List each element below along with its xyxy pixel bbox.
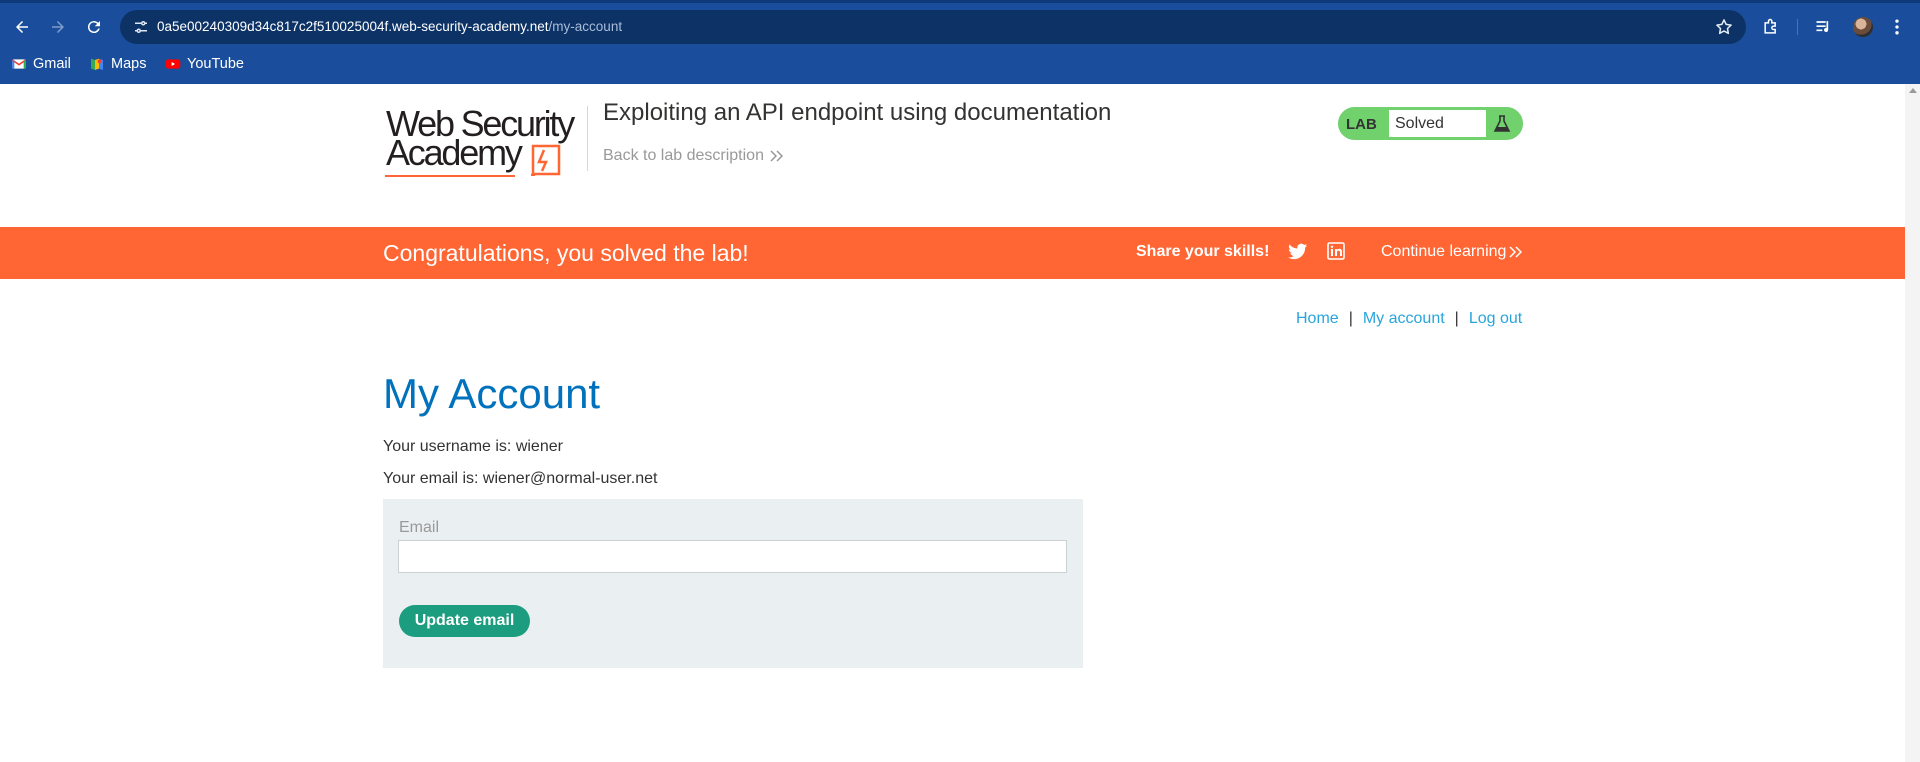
email-field-label: Email [399, 519, 440, 536]
share-skills-label: Share your skills! [1136, 243, 1270, 260]
maps-icon [89, 56, 105, 72]
scroll-up-arrow-icon[interactable] [1909, 88, 1917, 93]
reload-button[interactable] [80, 13, 108, 41]
linkedin-icon[interactable] [1327, 242, 1345, 260]
page-title: My Account [383, 370, 601, 417]
browser-menu-button[interactable] [1885, 15, 1909, 39]
puzzle-icon [1764, 18, 1776, 34]
double-chevron-right-icon [770, 150, 784, 162]
arrow-left-icon [16, 21, 28, 33]
toolbar-separator [1797, 19, 1798, 35]
youtube-icon [165, 56, 181, 72]
page-scrollbar[interactable] [1905, 84, 1920, 762]
arrow-right-icon [52, 21, 64, 33]
url-text[interactable]: 0a5e00240309d34c817c2f510025004f.web-sec… [157, 19, 622, 34]
logo-text-line2: Academy [386, 132, 523, 173]
site-settings-icon[interactable] [132, 18, 150, 36]
lab-status-box: Solved [1388, 110, 1486, 137]
lab-title: Exploiting an API endpoint using documen… [603, 99, 1112, 126]
logo-underline [385, 175, 515, 177]
double-chevron-right-icon [1509, 246, 1523, 258]
update-email-button[interactable]: Update email [399, 605, 530, 637]
back-to-lab-description-link[interactable]: Back to lab description [603, 147, 784, 165]
account-nav: Home | My account | Log out [1296, 310, 1522, 328]
extensions-button[interactable] [1759, 15, 1783, 39]
back-button[interactable] [8, 13, 36, 41]
home-link[interactable]: Home [1296, 310, 1339, 327]
browser-chrome: 0a5e00240309d34c817c2f510025004f.web-sec… [0, 0, 1920, 84]
kebab-menu-icon [1895, 19, 1899, 35]
profile-avatar[interactable] [1853, 17, 1873, 37]
congratulations-message: Congratulations, you solved the lab! [383, 240, 749, 266]
header-divider [587, 106, 588, 171]
email-field[interactable] [398, 540, 1067, 573]
page-content: Web Security Academy Exploiting an API e… [0, 84, 1905, 762]
gmail-icon [11, 56, 27, 72]
lab-status-text: Solved [1395, 115, 1444, 132]
playlist-icon [1816, 21, 1829, 33]
username-info: Your username is: wiener [383, 438, 563, 455]
nav-separator: | [1348, 310, 1353, 327]
lab-status-badge: LAB Solved [1338, 107, 1523, 140]
address-bar[interactable]: 0a5e00240309d34c817c2f510025004f.web-sec… [120, 10, 1746, 44]
tab-strip [0, 0, 1920, 3]
continue-learning-link[interactable]: Continue learning [1381, 243, 1523, 261]
email-info: Your email is: wiener@normal-user.net [383, 470, 658, 487]
web-security-academy-logo[interactable]: Web Security Academy [383, 103, 583, 177]
my-account-link[interactable]: My account [1363, 310, 1445, 327]
twitter-icon[interactable] [1288, 243, 1308, 261]
nav-separator: | [1454, 310, 1459, 327]
bookmark-youtube[interactable]: YouTube [165, 53, 244, 75]
browser-toolbar: 0a5e00240309d34c817c2f510025004f.web-sec… [0, 9, 1920, 45]
update-email-form: Email Update email [383, 499, 1083, 668]
reload-icon [87, 21, 100, 34]
forward-button[interactable] [44, 13, 72, 41]
bookmarks-bar: Gmail Maps YouTube [0, 50, 1920, 78]
logo-bolt-icon [531, 144, 561, 176]
bookmark-star-icon[interactable] [1714, 17, 1734, 37]
log-out-link[interactable]: Log out [1469, 310, 1522, 327]
bookmark-maps[interactable]: Maps [89, 53, 146, 75]
solved-banner: Congratulations, you solved the lab! Sha… [0, 227, 1905, 279]
bookmark-gmail[interactable]: Gmail [11, 53, 71, 75]
media-controls-button[interactable] [1812, 15, 1836, 39]
flask-icon [1493, 115, 1511, 132]
lab-badge-label: LAB [1346, 116, 1377, 133]
